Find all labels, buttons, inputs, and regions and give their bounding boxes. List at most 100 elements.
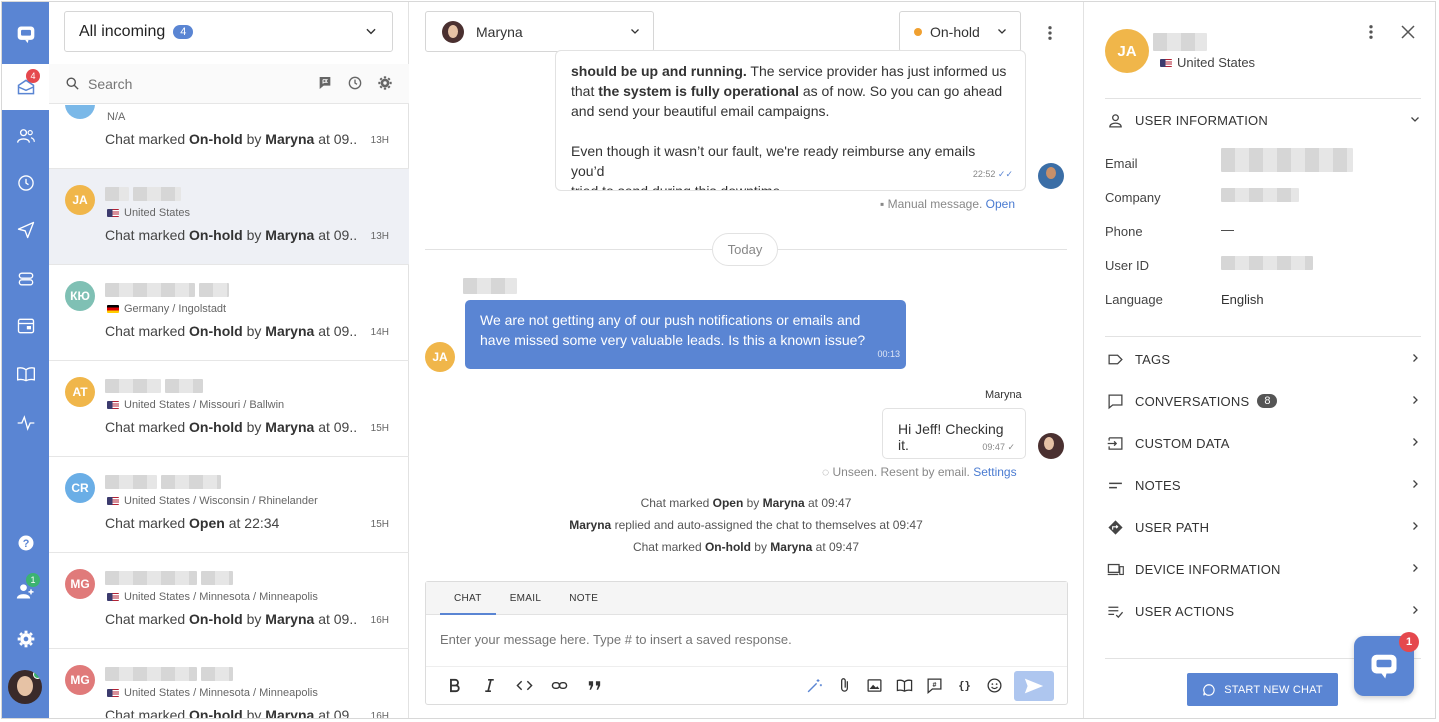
messenger-icon[interactable] — [2, 303, 49, 349]
message-text: Even though it wasn’t our fault, we're r… — [571, 143, 976, 179]
note-icon: ▪ — [880, 197, 885, 211]
emoji-icon[interactable] — [984, 675, 1004, 695]
conversation-row[interactable]: AT United States / Missouri / Ballwin Chat… — [49, 361, 409, 457]
clock-filter-icon[interactable] — [347, 75, 363, 91]
bots-icon[interactable] — [2, 256, 49, 302]
agent-avatar — [1038, 433, 1064, 459]
assignee-dropdown[interactable]: Maryna — [425, 11, 654, 52]
contact-name-blurred — [105, 475, 221, 492]
close-icon[interactable] — [1399, 23, 1417, 41]
open-link[interactable]: Open — [986, 197, 1015, 211]
conversation-row[interactable]: КЮ Germany / Ingolstadt Chat marked On-hol… — [49, 265, 409, 361]
last-message-preview: Chat marked Open at 22:34 — [105, 515, 280, 531]
status-dot — [914, 27, 922, 36]
user-location: United States — [1160, 55, 1255, 70]
attachment-icon[interactable] — [834, 675, 854, 695]
user-info-section-header[interactable]: USER INFORMATION — [1105, 108, 1421, 132]
contact-avatar: JA — [65, 185, 95, 215]
tab-chat[interactable]: CHAT — [440, 582, 496, 615]
search-input[interactable] — [88, 75, 288, 92]
contact-name-blurred — [105, 187, 181, 204]
more-options-icon[interactable] — [1362, 23, 1380, 41]
us-flag-icon — [107, 593, 119, 601]
user-name-blurred — [1153, 33, 1207, 54]
user-details-panel: JA United States USER INFORMATION Email … — [1083, 2, 1435, 718]
flag-filter-icon[interactable] — [317, 75, 333, 91]
knowledge-base-icon[interactable] — [894, 675, 914, 695]
message-time: 00:13 — [877, 349, 900, 359]
message-text: as of now. So you can go ahead — [798, 83, 1003, 99]
chevron-right-icon — [1413, 354, 1418, 362]
more-options-icon[interactable] — [1041, 24, 1059, 42]
message-time: 22:52 ✓✓ — [972, 169, 1013, 179]
contacts-icon[interactable] — [2, 113, 49, 159]
tab-note[interactable]: NOTE — [555, 582, 612, 615]
agent-avatar[interactable] — [8, 670, 42, 704]
inbox-badge: 4 — [26, 69, 40, 83]
contact-avatar: MG — [65, 665, 95, 695]
chevron-right-icon — [1413, 564, 1418, 572]
image-icon[interactable] — [864, 675, 884, 695]
chevron-down-icon — [998, 29, 1006, 34]
send-button[interactable] — [1014, 671, 1054, 701]
chat-bubble-icon — [1203, 683, 1215, 696]
device-information-section[interactable]: DEVICE INFORMATION — [1105, 557, 1421, 581]
de-flag-icon — [107, 305, 119, 313]
history-icon[interactable] — [2, 160, 49, 206]
start-new-chat-button[interactable]: START NEW CHAT — [1187, 673, 1338, 706]
user-actions-section[interactable]: USER ACTIONS — [1105, 599, 1421, 623]
message-input[interactable] — [440, 632, 1040, 647]
custom-data-section[interactable]: CUSTOM DATA — [1105, 431, 1421, 455]
system-message: Chat marked Open by Maryna at 09:47 — [640, 496, 852, 510]
system-message: Chat marked On-hold by Maryna at 09:47 — [632, 540, 860, 554]
settings-link[interactable]: Settings — [973, 465, 1016, 479]
tab-email[interactable]: EMAIL — [496, 582, 556, 615]
user-path-section[interactable]: USER PATH — [1105, 515, 1421, 539]
inbox-filter-dropdown[interactable]: All incoming 4 — [64, 11, 393, 52]
quote-icon[interactable] — [584, 675, 604, 695]
notes-icon — [1108, 482, 1122, 488]
svg-text:?: ? — [22, 538, 29, 550]
conversation-row[interactable]: MG United States / Minnesota / Minneapoli… — [49, 649, 409, 718]
gear-icon[interactable] — [377, 75, 393, 91]
phone-label: Phone — [1105, 224, 1143, 239]
nav-inbox[interactable]: 4 — [2, 64, 49, 110]
bold-icon[interactable] — [444, 675, 464, 695]
contact-location: United States / Wisconsin / Rhinelander — [107, 495, 318, 507]
user-icon — [1108, 113, 1122, 128]
send-icon — [1024, 678, 1044, 694]
conversation-row[interactable]: JA United States Chat marked On-hold by Ma… — [49, 169, 409, 265]
help-icon[interactable]: ? — [2, 520, 49, 566]
conversation-row[interactable]: CR United States / Wisconsin / Rhinelande… — [49, 457, 409, 553]
saved-response-icon[interactable]: # — [924, 675, 944, 695]
conversation-row[interactable]: N/A Chat marked On-hold by Maryna at 09..… — [49, 105, 409, 169]
agent-avatar — [1038, 163, 1064, 189]
us-flag-icon — [107, 497, 119, 505]
last-message-preview: Chat marked On-hold by Maryna at 09... — [105, 131, 357, 147]
notes-section[interactable]: NOTES — [1105, 473, 1421, 497]
chat-status-dropdown[interactable]: On-hold — [899, 11, 1021, 52]
chevron-right-icon — [1413, 480, 1418, 488]
message-text: We are not getting any of our push notif… — [480, 312, 866, 348]
knowledge-base-icon[interactable] — [2, 351, 49, 397]
code-icon[interactable] — [514, 675, 534, 695]
reports-icon[interactable] — [2, 400, 49, 446]
link-icon[interactable] — [549, 675, 569, 695]
contact-name-blurred — [105, 105, 179, 108]
manual-message-note: ▪ Manual message. Open — [880, 197, 1016, 211]
status-label: On-hold — [930, 23, 980, 40]
system-message: Maryna replied and auto-assigned the cha… — [569, 518, 923, 532]
campaigns-icon[interactable] — [2, 207, 49, 253]
magic-wand-icon[interactable] — [804, 675, 824, 695]
message-age: 15H — [370, 519, 389, 530]
custom-data-icon[interactable]: {} — [954, 675, 974, 695]
tags-section[interactable]: TAGS — [1105, 347, 1421, 371]
divider — [1105, 336, 1421, 337]
chat-logo-icon[interactable] — [2, 11, 49, 57]
conversations-section[interactable]: CONVERSATIONS 8 — [1105, 389, 1421, 413]
nav-team[interactable]: 1 — [2, 568, 49, 614]
agent-message-bubble: should be up and running. The service pr… — [555, 50, 1026, 191]
settings-icon[interactable] — [2, 616, 49, 662]
italic-icon[interactable] — [479, 675, 499, 695]
conversation-row[interactable]: MG United States / Minnesota / Minneapoli… — [49, 553, 409, 649]
